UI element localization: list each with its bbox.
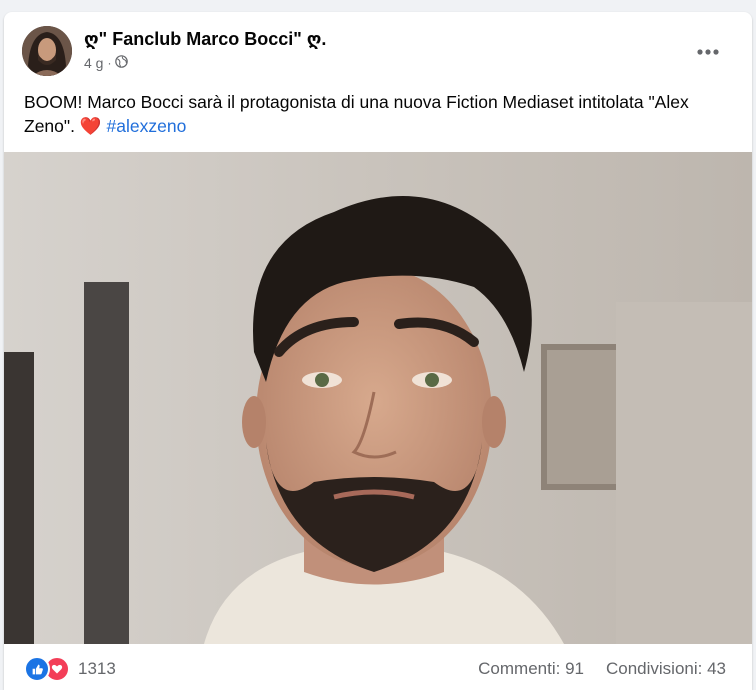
reactions-summary[interactable]: 1313	[24, 656, 116, 682]
more-options-button[interactable]	[690, 34, 726, 70]
facebook-post: ღ" Fanclub Marco Bocci" ღ. 4 g · BOOM! M…	[4, 12, 752, 690]
meta-separator: ·	[107, 56, 112, 70]
comments-count[interactable]: Commenti: 91	[478, 659, 584, 679]
heart-emoji-icon: ❤️	[79, 116, 102, 136]
more-options-icon	[697, 49, 719, 55]
post-footer: 1313 Commenti: 91 Condivisioni: 43	[4, 644, 752, 690]
globe-icon	[115, 55, 129, 71]
page-avatar[interactable]	[22, 26, 72, 76]
post-time[interactable]: 4 g	[84, 55, 103, 71]
post-photo[interactable]	[4, 152, 752, 644]
like-icon	[24, 656, 50, 682]
hashtag-link[interactable]: #alexzeno	[107, 116, 187, 136]
reaction-count: 1313	[78, 659, 116, 678]
page-name[interactable]: ღ" Fanclub Marco Bocci" ღ.	[84, 29, 326, 50]
shares-count[interactable]: Condivisioni: 43	[606, 659, 726, 679]
post-header: ღ" Fanclub Marco Bocci" ღ. 4 g ·	[4, 12, 752, 82]
post-meta: 4 g ·	[84, 55, 129, 71]
post-stats: Commenti: 91 Condivisioni: 43	[478, 659, 726, 679]
post-caption: BOOM! Marco Bocci sarà il protagonista d…	[24, 90, 724, 138]
